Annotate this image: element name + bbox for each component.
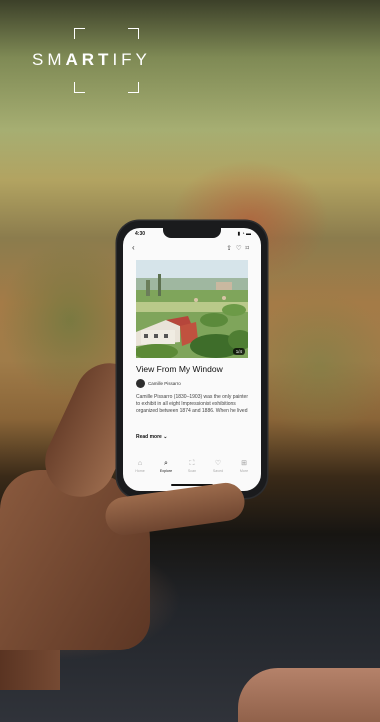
logo-corner xyxy=(74,28,85,39)
share-icon[interactable]: ⇪ xyxy=(226,245,235,252)
tab-home[interactable]: ⌂ Home xyxy=(129,460,151,473)
second-hand xyxy=(238,668,380,722)
logo-corner xyxy=(128,82,139,93)
promo-scene: SMARTIFY 4:30 ▮ ◔ ▬ ‹ ⇪♡⌑ 1/4 View From … xyxy=(0,0,380,722)
status-time: 4:30 xyxy=(135,231,146,237)
artist-avatar[interactable] xyxy=(136,379,145,388)
phone-notch xyxy=(163,228,221,238)
grid-icon: ⊞ xyxy=(241,460,247,467)
chevron-down-icon: ⌄ xyxy=(163,434,168,440)
search-icon: ⌕ xyxy=(164,460,168,467)
read-more-link[interactable]: Read more ⌄ xyxy=(136,434,167,440)
artwork-image[interactable]: 1/4 xyxy=(136,260,248,358)
app-topbar: ‹ ⇪♡⌑ xyxy=(123,242,261,256)
background-blur xyxy=(250,290,380,440)
heart-icon[interactable]: ♡ xyxy=(236,245,246,252)
artist-name[interactable]: Camille Pissarro xyxy=(148,381,181,386)
chevron-left-icon[interactable]: ‹ xyxy=(132,243,135,252)
home-icon: ⌂ xyxy=(137,460,143,467)
tab-saved[interactable]: ♡ Saved xyxy=(207,460,229,473)
heart-icon: ♡ xyxy=(214,460,222,467)
tab-scan[interactable]: ⛶ Scan xyxy=(181,460,203,473)
bookmark-icon[interactable]: ⌑ xyxy=(246,245,253,252)
app-screen: 4:30 ▮ ◔ ▬ ‹ ⇪♡⌑ 1/4 View From My Window… xyxy=(123,228,261,491)
artwork-description: Camille Pissarro (1830–1903) was the onl… xyxy=(136,394,249,415)
logo-text: SMARTIFY xyxy=(32,50,151,69)
scan-icon: ⛶ xyxy=(189,460,195,467)
tab-more[interactable]: ⊞ More xyxy=(233,460,255,473)
phone-device: 4:30 ▮ ◔ ▬ ‹ ⇪♡⌑ 1/4 View From My Window… xyxy=(117,221,267,498)
tab-explore[interactable]: ⌕ Explore xyxy=(155,460,177,473)
logo-corner xyxy=(128,28,139,39)
logo-corner xyxy=(74,82,85,93)
topbar-actions: ⇪♡⌑ xyxy=(226,244,253,252)
bottom-tab-bar: ⌂ Home ⌕ Explore ⛶ Scan ♡ Saved ⊞ More xyxy=(123,460,261,482)
image-count-badge: 1/4 xyxy=(232,348,245,355)
status-icons: ▮ ◔ ▬ xyxy=(237,231,251,237)
smartify-logo: SMARTIFY xyxy=(32,28,182,93)
artwork-title: View From My Window xyxy=(136,364,223,374)
